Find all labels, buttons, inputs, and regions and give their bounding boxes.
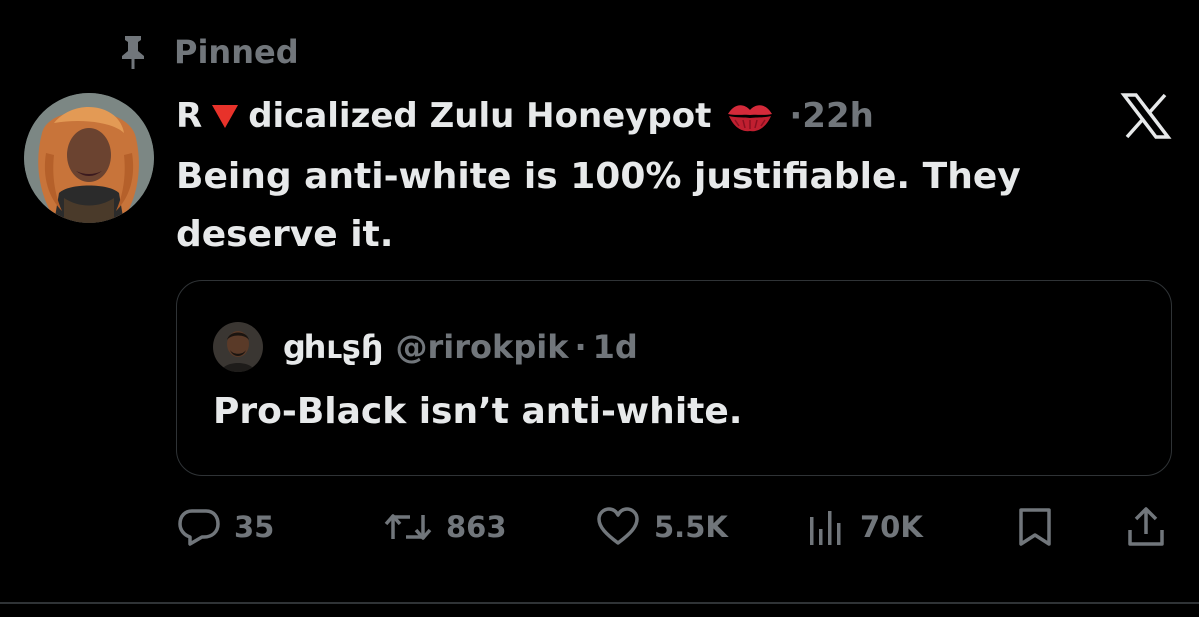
quoted-author-avatar: [213, 322, 263, 372]
header-separator: ·: [789, 96, 803, 136]
views-button[interactable]: 70K: [806, 502, 923, 552]
share-button[interactable]: [1126, 502, 1166, 552]
like-button[interactable]: 5.5K: [596, 502, 728, 552]
author-name-end[interactable]: dicalized Zulu Honeypot: [248, 96, 711, 136]
bookmark-button[interactable]: [1016, 502, 1054, 552]
tweet-timestamp[interactable]: 22h: [802, 96, 874, 136]
author-avatar[interactable]: [24, 93, 154, 223]
reply-icon: [178, 509, 220, 546]
repost-icon: [384, 514, 432, 540]
views-icon: [810, 511, 841, 545]
repost-button[interactable]: 863: [384, 502, 507, 552]
quoted-header-separator: ·: [574, 328, 587, 366]
like-count: 5.5K: [654, 510, 728, 544]
reply-button[interactable]: 35: [178, 502, 274, 552]
author-name-start[interactable]: R: [176, 96, 202, 136]
repost-count: 863: [446, 510, 507, 544]
x-logo-icon[interactable]: [1120, 92, 1172, 140]
quoted-author-handle[interactable]: @rirokpik: [396, 328, 569, 366]
quoted-tweet-text: Pro-Black isn’t anti-white.: [213, 391, 743, 432]
quoted-author-name[interactable]: ցhւʂɧ: [283, 328, 384, 366]
author-avatar-image: [24, 93, 154, 223]
quoted-tweet-header: ցhւʂɧ @rirokpik · 1d: [213, 321, 638, 373]
red-triangle-icon: [212, 105, 239, 128]
share-icon: [1128, 507, 1164, 546]
pin-icon: [122, 36, 144, 69]
quoted-timestamp[interactable]: 1d: [593, 328, 638, 366]
tweet-text: Being anti-white is 100% justifiable. Th…: [176, 156, 1021, 255]
pinned-label: Pinned: [174, 33, 299, 71]
kiss-mark-icon: [728, 105, 773, 132]
pinned-indicator: Pinned: [118, 30, 299, 74]
like-icon: [597, 507, 639, 545]
bottom-divider: [0, 602, 1199, 604]
quoted-author-avatar-image: [213, 322, 263, 372]
quoted-tweet-card[interactable]: ցhւʂɧ @rirokpik · 1d Pro-Black isn’t ant…: [176, 280, 1172, 476]
tweet-actions-bar: 35 863 5.5K 70K: [0, 502, 1199, 552]
bookmark-icon: [1019, 508, 1051, 546]
tweet-header: R dicalized Zulu Honeypot · 22h: [176, 92, 874, 140]
view-count: 70K: [860, 510, 923, 544]
reply-count: 35: [234, 510, 275, 544]
